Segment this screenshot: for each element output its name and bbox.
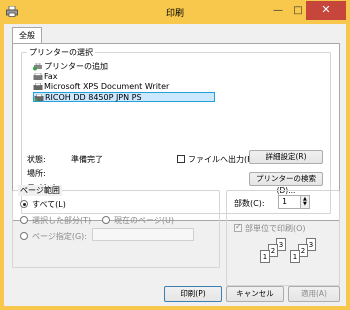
close-button[interactable]: ✕ (306, 1, 346, 20)
spinner-down-icon[interactable]: ▼ (303, 202, 307, 207)
dialog-client: 全般 プリンターの選択 プリンターの追加 Fax Microsoft XPS D… (4, 24, 346, 306)
location-label: 場所: (27, 169, 46, 178)
printer-list[interactable]: プリンターの追加 Fax Microsoft XPS Document Writ… (33, 62, 215, 110)
fax-icon (33, 73, 43, 80)
page-range-selection-label[interactable]: 選択した部分(T) (32, 215, 91, 226)
tab-general[interactable]: 全般 (12, 27, 42, 44)
copies-value: 1 (282, 197, 288, 206)
printer-item-add[interactable]: プリンターの追加 (33, 62, 215, 72)
status-label: 状態: (27, 155, 46, 164)
page-range-pages-input[interactable] (92, 228, 194, 241)
printer-icon (34, 94, 44, 102)
page-range-pages-radio[interactable] (20, 232, 28, 240)
print-to-file-checkbox[interactable] (177, 155, 185, 163)
minimize-button[interactable]: — (268, 4, 288, 18)
collate-label[interactable]: 部単位で印刷(O) (245, 223, 306, 234)
page-range-selection-radio[interactable] (20, 216, 28, 224)
page-range-all-label[interactable]: すべて(L) (32, 199, 66, 210)
page-range-current-label[interactable]: 現在のページ(U) (114, 215, 174, 226)
preferences-button[interactable]: 詳細設定(R) (249, 150, 323, 164)
page-range-pages-label[interactable]: ページ指定(G): (32, 231, 87, 242)
page-range-label: ページ範囲 (18, 185, 62, 196)
print-button[interactable]: 印刷(P) (164, 286, 222, 302)
collate-checkbox[interactable]: ✓ (234, 222, 242, 232)
print-to-file-label[interactable]: ファイルへ出力(F) (188, 154, 255, 165)
print-dialog: 印刷 — □ ✕ 全般 プリンターの選択 プリンターの追加 Fax Micros… (0, 0, 350, 310)
copies-label: 部数(C): (234, 199, 265, 208)
maximize-button[interactable]: □ (288, 4, 308, 18)
add-printer-icon (33, 63, 42, 71)
title-bar[interactable]: 印刷 — □ ✕ (0, 0, 350, 24)
page-range-all-radio[interactable] (20, 200, 28, 208)
printer-item-xps[interactable]: Microsoft XPS Document Writer (33, 82, 215, 92)
cancel-button[interactable]: キャンセル (226, 286, 284, 302)
printer-icon (33, 83, 43, 90)
copies-spinner[interactable]: ▲ ▼ (300, 195, 310, 209)
printer-select-label: プリンターの選択 (27, 47, 95, 58)
page-range-current-radio[interactable] (102, 216, 110, 224)
apply-button[interactable]: 適用(A) (288, 286, 340, 302)
find-printer-button[interactable]: プリンターの検索(D)... (249, 172, 323, 195)
status-value: 準備完了 (71, 155, 103, 164)
check-icon: ✓ (235, 222, 242, 231)
collate-illustration: 3 2 1 3 2 1 (260, 238, 340, 278)
printer-item-fax[interactable]: Fax (33, 72, 215, 82)
printer-item-ricoh[interactable]: RICOH DD 8450P JPN PS (33, 92, 215, 102)
